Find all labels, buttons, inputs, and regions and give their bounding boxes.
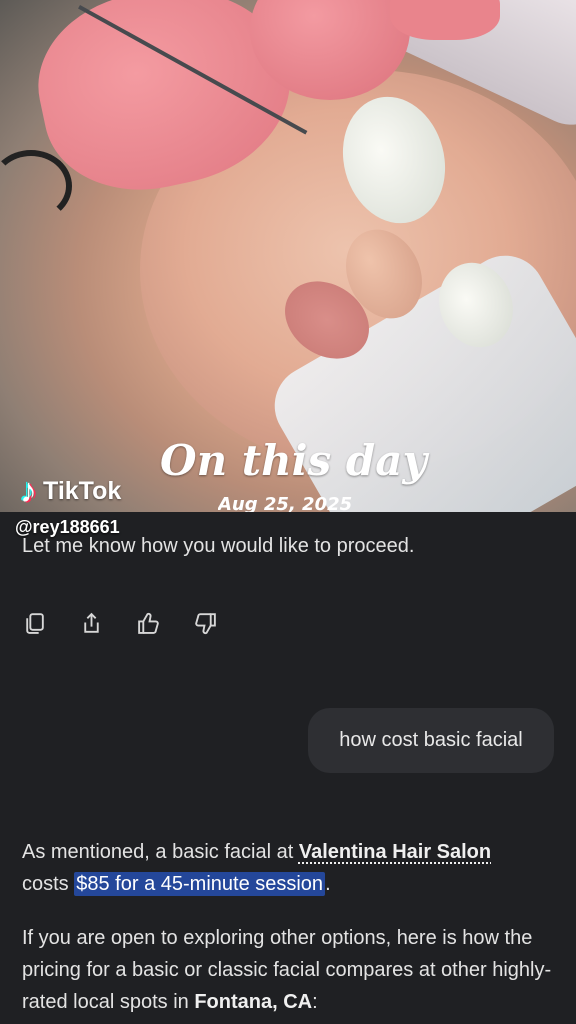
price-highlight[interactable]: $85 for a 45-minute session	[74, 872, 326, 896]
glove-fingers	[390, 0, 500, 40]
answer-p1-mid: costs	[22, 873, 75, 895]
tiktok-logo-icon: ♪	[20, 472, 37, 510]
tiktok-video-frame: On this day Aug 25, 2025 ♪ TikTok	[0, 0, 576, 512]
answer-p2-end: :	[312, 991, 318, 1013]
thumbs-up-icon[interactable]	[136, 611, 161, 636]
response-actions	[22, 611, 218, 636]
answer-paragraph-2: If you are open to exploring other optio…	[22, 922, 552, 1018]
city-name: Fontana, CA	[194, 991, 313, 1013]
answer-paragraph-1: As mentioned, a basic facial at Valentin…	[22, 836, 552, 900]
thumbs-down-icon[interactable]	[193, 611, 218, 636]
user-message-bubble: how cost basic facial	[308, 708, 554, 773]
answer-p1-end: .	[325, 873, 331, 895]
user-message-text: how cost basic facial	[339, 729, 523, 751]
assistant-previous-message: Let me know how you would like to procee…	[22, 535, 415, 557]
on-this-day-date: Aug 25, 2025	[218, 494, 353, 512]
answer-p1-lead: As mentioned, a basic facial at	[22, 841, 299, 863]
on-this-day-title: On this day	[160, 436, 427, 485]
salon-link[interactable]: Valentina Hair Salon	[299, 841, 491, 863]
strap	[0, 150, 72, 222]
tiktok-brand: TikTok	[43, 476, 122, 505]
copy-icon[interactable]	[22, 611, 47, 636]
share-icon[interactable]	[79, 611, 104, 636]
tiktok-watermark: ♪ TikTok	[20, 474, 121, 508]
